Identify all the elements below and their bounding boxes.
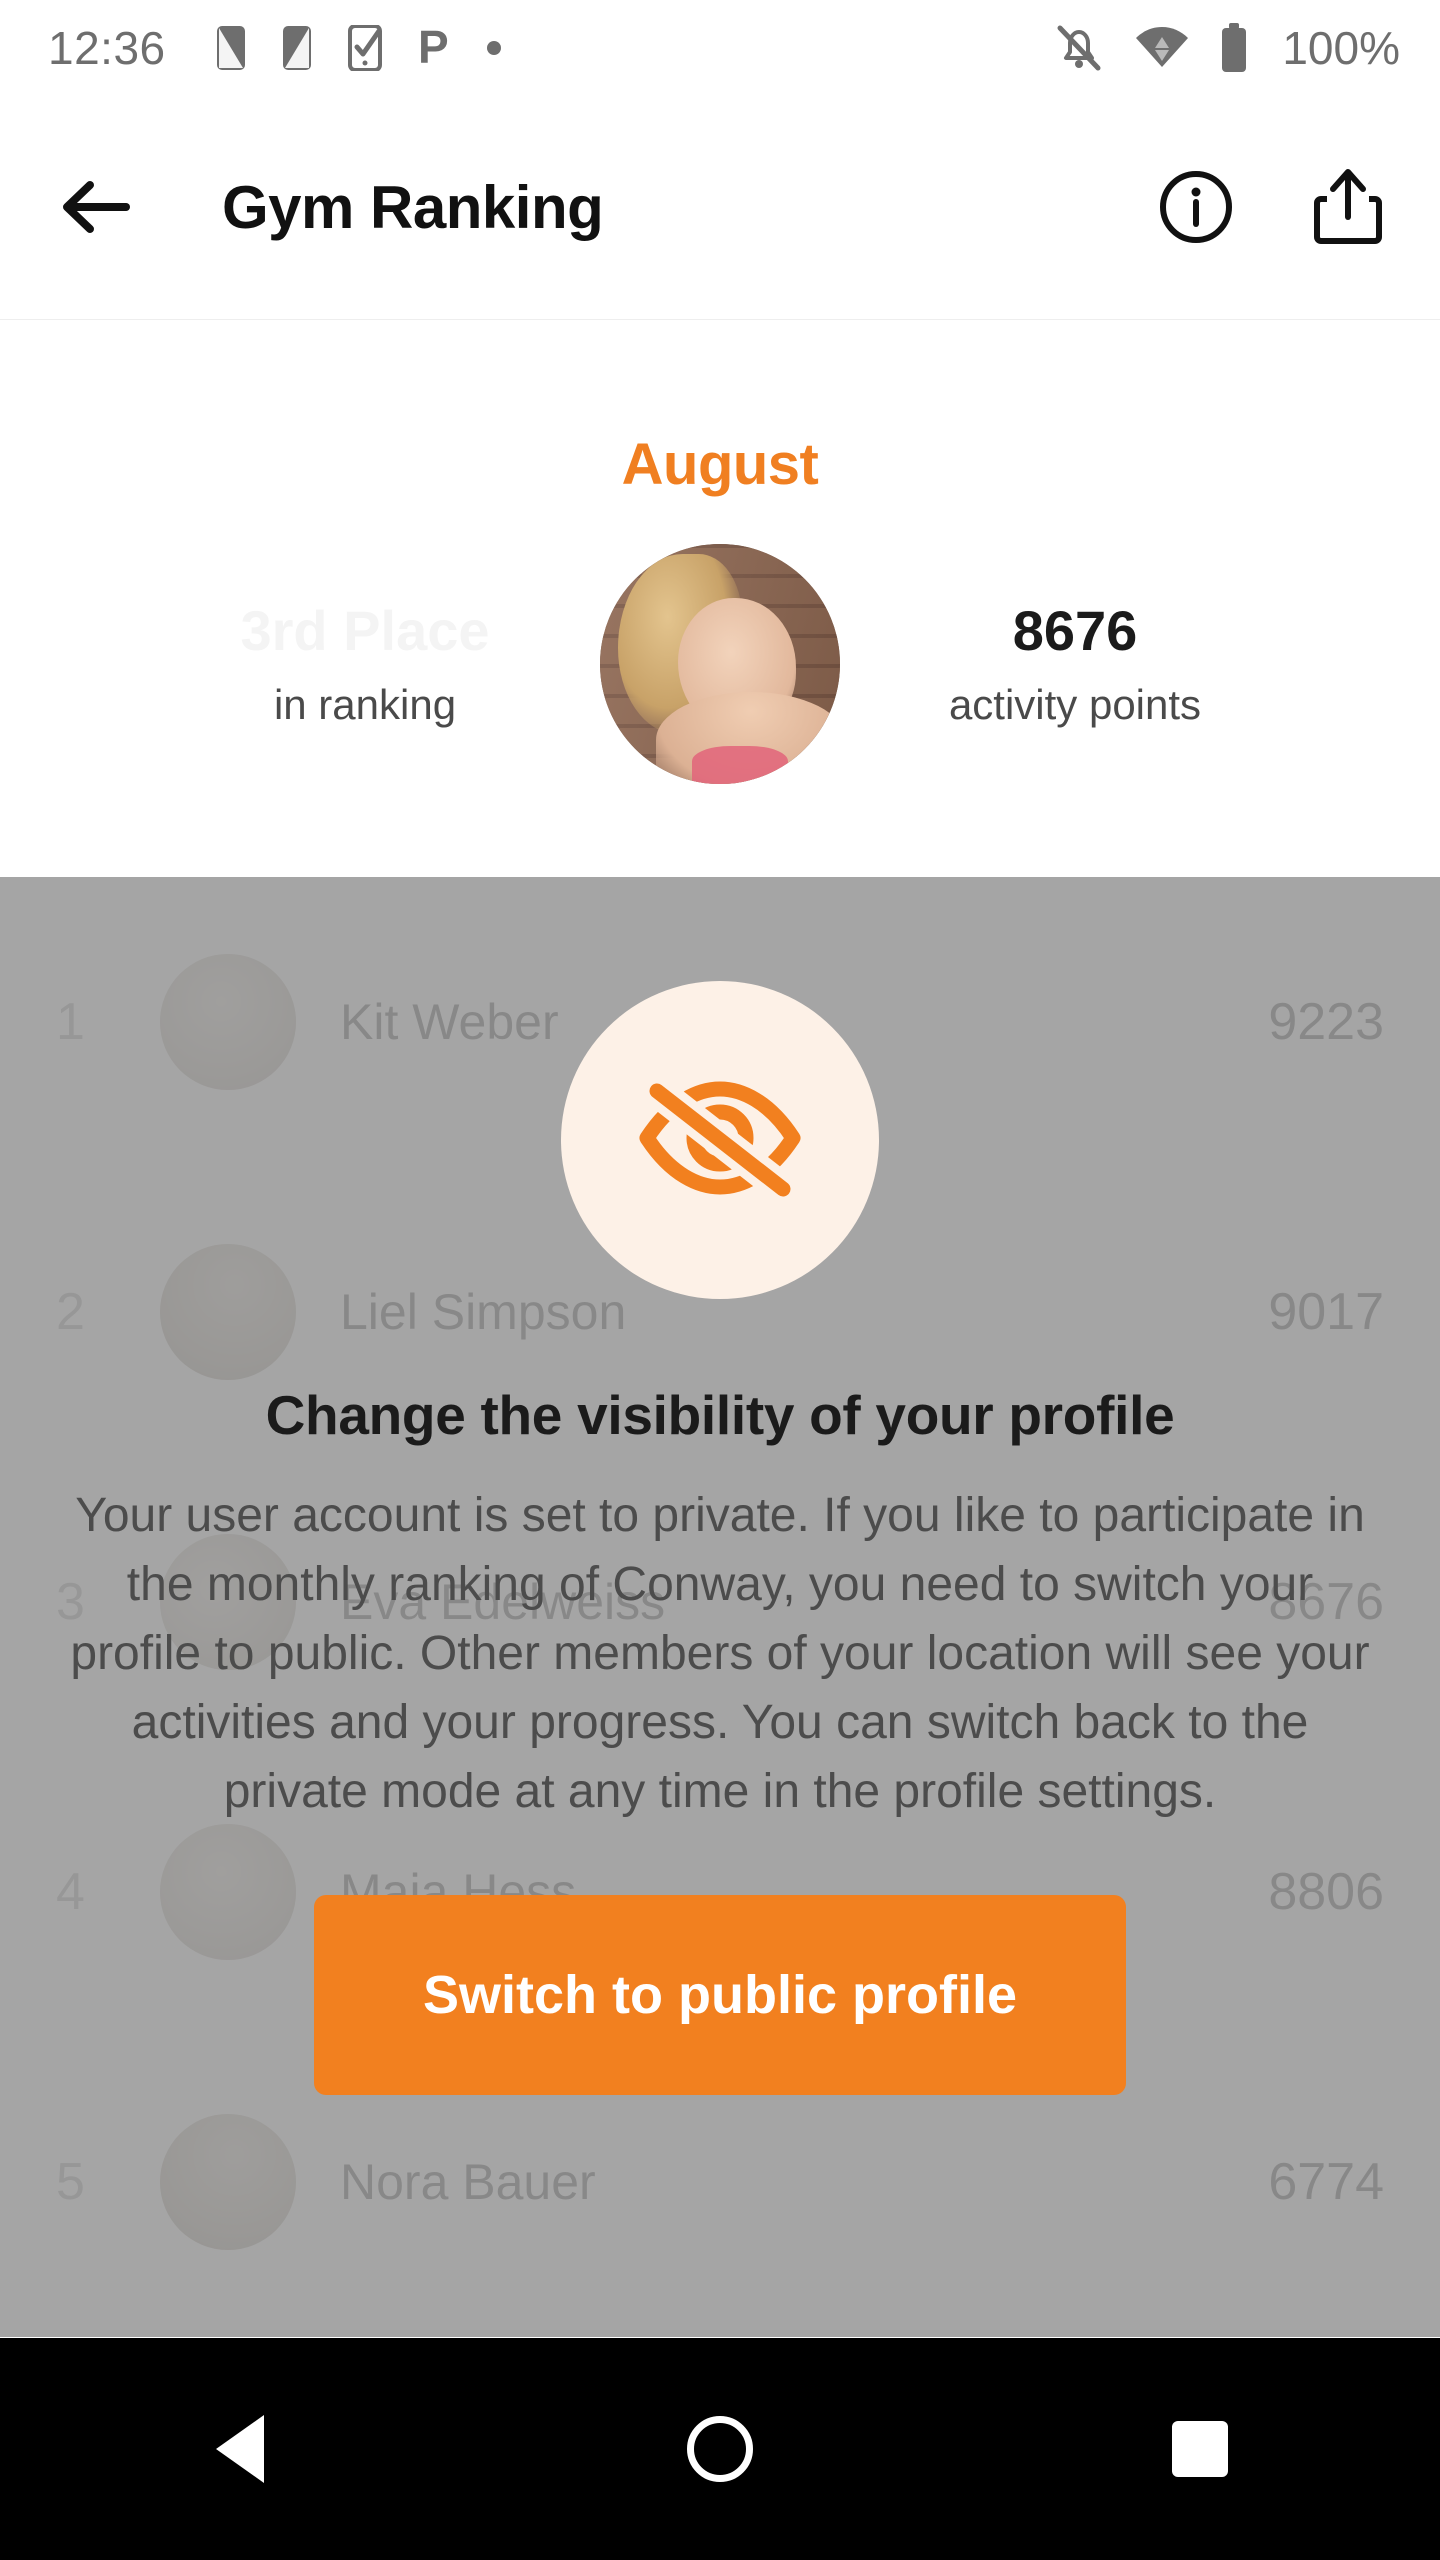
points-label: activity points <box>948 681 1202 729</box>
points-stat: 8676 activity points <box>840 599 1310 729</box>
dot-icon <box>486 40 502 56</box>
status-system-icons: 100% <box>1054 21 1410 75</box>
sim-card-icon <box>282 25 312 71</box>
rank-stat: 3rd Place in ranking <box>130 599 600 729</box>
nav-recents-square-icon[interactable] <box>1100 2349 1300 2549</box>
summary-stats-row: 3rd Place in ranking 8676 activity point… <box>0 544 1440 784</box>
nav-back-triangle-icon[interactable] <box>140 2349 340 2549</box>
switch-to-public-profile-button[interactable]: Switch to public profile <box>314 1894 1126 2095</box>
eye-off-icon <box>635 1073 805 1208</box>
status-notification-icons: P <box>216 24 502 71</box>
rank-value: 3rd Place <box>240 598 490 662</box>
avatar <box>600 544 840 784</box>
status-clock: 12:36 <box>48 21 166 74</box>
visibility-modal: Change the visibility of your profile Yo… <box>0 877 1440 2337</box>
nav-home-circle-icon[interactable] <box>620 2349 820 2549</box>
android-navigation-bar <box>0 2338 1440 2560</box>
svg-text:P: P <box>418 25 449 71</box>
summary-card: August 3rd Place in ranking 8676 activit… <box>0 321 1440 877</box>
info-circle-icon[interactable] <box>1156 167 1236 247</box>
share-upload-icon[interactable] <box>1308 167 1388 247</box>
rank-label: in ranking <box>273 681 457 729</box>
page-title: Gym Ranking <box>222 173 604 241</box>
sim-card-icon <box>216 25 246 71</box>
battery-percent-label: 100% <box>1282 21 1400 74</box>
battery-icon <box>1220 22 1248 73</box>
status-bar: 12:36 P 100% <box>0 0 1440 95</box>
arrow-left-icon[interactable] <box>52 164 138 250</box>
month-label: August <box>621 432 819 497</box>
points-value: 8676 <box>1012 598 1138 662</box>
wifi-icon <box>1134 25 1190 71</box>
modal-description: Your user account is set to private. If … <box>70 1489 1370 1819</box>
app-header: Gym Ranking <box>0 95 1440 320</box>
bell-off-icon <box>1054 22 1104 74</box>
header-actions <box>1156 167 1388 247</box>
eye-off-icon-badge <box>561 981 879 1299</box>
parking-p-icon: P <box>418 25 450 71</box>
task-check-icon <box>347 24 382 71</box>
modal-title: Change the visibility of your profile <box>265 1384 1175 1446</box>
